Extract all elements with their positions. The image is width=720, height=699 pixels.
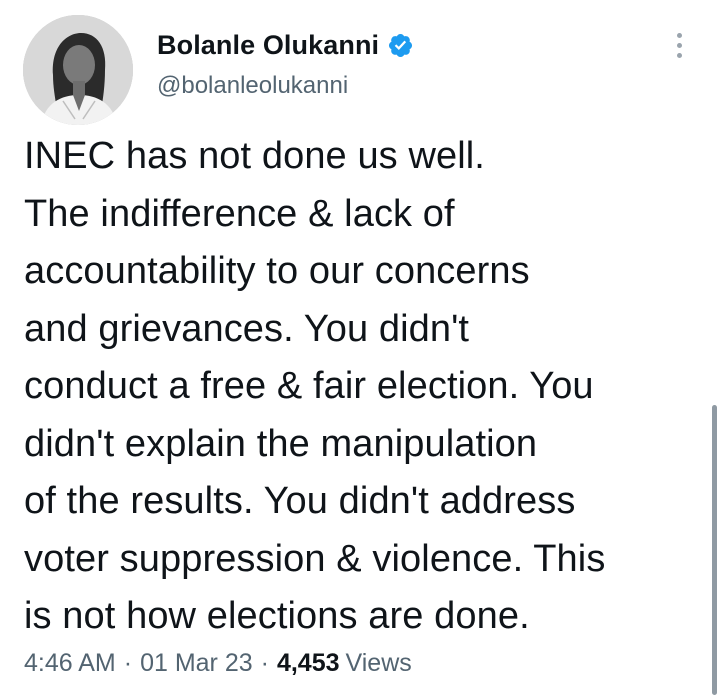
more-vertical-icon-dot bbox=[676, 52, 682, 58]
meta-separator: · bbox=[260, 648, 269, 677]
tweet-text-line: didn't explain the manipulation bbox=[24, 422, 538, 465]
tweet-text-line: and grievances. You didn't bbox=[24, 307, 470, 350]
tweet-text-line: of the results. You didn't address bbox=[24, 480, 576, 522]
author-display-name[interactable]: Bolanle Olukanni bbox=[157, 30, 379, 61]
more-vertical-icon bbox=[676, 32, 682, 38]
tweet-text-line: accountability to our concerns bbox=[24, 250, 530, 292]
tweet-text-line: The indifference & lack of bbox=[24, 192, 455, 235]
tweet-text-line: is not how elections are done. bbox=[24, 595, 530, 637]
meta-separator: · bbox=[123, 648, 133, 677]
tweet-text-line: voter suppression & violence. This bbox=[24, 537, 606, 580]
tweet-text-line: conduct a free & fair election. You bbox=[24, 365, 594, 407]
avatar[interactable] bbox=[23, 15, 133, 125]
tweet-text-line: INEC has not done us well. bbox=[24, 135, 485, 177]
tweet: Bolanle Olukanni @bolanleolukanni INEC h… bbox=[0, 0, 720, 699]
author-name-row: Bolanle Olukanni bbox=[157, 26, 414, 64]
profile-photo-icon bbox=[23, 15, 133, 125]
views-label[interactable]: Views bbox=[346, 649, 412, 678]
tweet-time[interactable]: 4:46 AM bbox=[24, 649, 116, 678]
more-options-button[interactable] bbox=[664, 28, 694, 62]
verified-badge-icon[interactable] bbox=[387, 32, 414, 59]
tweet-meta: 4:46 AM · 01 Mar 23 · 4,453 Views bbox=[24, 646, 412, 680]
more-vertical-icon-dot bbox=[676, 42, 682, 48]
tweet-date[interactable]: 01 Mar 23 bbox=[140, 649, 253, 678]
views-count[interactable]: 4,453 bbox=[277, 649, 340, 678]
tweet-text: INEC has not done us well. The indiffere… bbox=[24, 128, 714, 646]
author-handle[interactable]: @bolanleolukanni bbox=[157, 72, 348, 100]
scrollbar-thumb[interactable] bbox=[712, 405, 717, 695]
